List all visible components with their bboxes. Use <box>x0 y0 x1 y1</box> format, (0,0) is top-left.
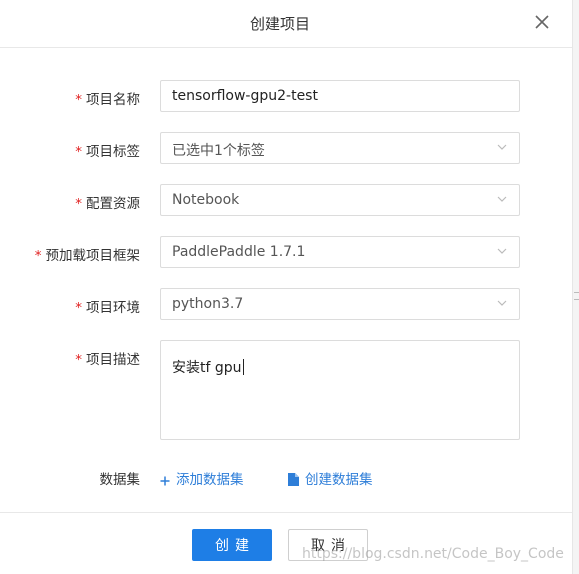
desc-label-text: 项目描述 <box>86 352 140 368</box>
project-tags-select[interactable]: 已选中1个标签 <box>160 132 520 164</box>
form-row-desc: * 项目描述 安装tf gpu <box>0 340 572 440</box>
required-mark: * <box>75 352 82 368</box>
env-label: * 项目环境 <box>75 296 140 316</box>
dialog-footer: 创建 取消 <box>0 512 572 574</box>
close-icon[interactable] <box>532 12 552 32</box>
resource-label: * 配置资源 <box>75 192 140 212</box>
form-row-resource: * 配置资源 Notebook <box>0 184 572 216</box>
create-dataset-label: 创建数据集 <box>305 472 373 488</box>
description-textarea[interactable]: 安装tf gpu <box>160 340 520 440</box>
form-row-dataset: 数据集 添加数据集 创建数据集 <box>0 460 572 492</box>
framework-label-text: 预加载项目框架 <box>45 248 141 264</box>
create-button[interactable]: 创建 <box>192 529 272 561</box>
add-dataset-link[interactable]: 添加数据集 <box>160 468 244 488</box>
environment-select[interactable]: python3.7 <box>160 288 520 320</box>
create-dataset-link[interactable]: 创建数据集 <box>288 468 373 488</box>
environment-value: python3.7 <box>172 296 244 312</box>
form-row-name: * 项目名称 tensorflow-gpu2-test <box>0 80 572 112</box>
required-mark: * <box>75 196 82 212</box>
dialog-header: 创建项目 <box>0 0 572 48</box>
dataset-label: 数据集 <box>99 472 141 488</box>
required-mark: * <box>75 144 82 160</box>
required-mark: * <box>75 92 82 108</box>
file-icon <box>288 473 299 486</box>
add-dataset-label: 添加数据集 <box>176 472 244 488</box>
tags-label: * 项目标签 <box>75 140 140 160</box>
resource-select[interactable]: Notebook <box>160 184 520 216</box>
framework-value: PaddlePaddle 1.7.1 <box>172 244 306 260</box>
form-row-tags: * 项目标签 已选中1个标签 <box>0 132 572 164</box>
name-label: * 项目名称 <box>75 88 140 108</box>
description-text: 安装tf gpu <box>172 360 242 376</box>
text-caret <box>242 359 244 375</box>
chevron-down-icon <box>497 248 507 254</box>
framework-select[interactable]: PaddlePaddle 1.7.1 <box>160 236 520 268</box>
plus-icon <box>160 476 170 486</box>
desc-label: * 项目描述 <box>75 348 140 368</box>
resource-label-text: 配置资源 <box>86 196 140 212</box>
chevron-down-icon <box>497 144 507 150</box>
background-glyph <box>574 292 579 300</box>
create-project-dialog: 创建项目 * 项目名称 tensorflow-gpu2-test * 项目标签 已选… <box>0 0 572 574</box>
description-value: 安装tf gpu <box>172 357 244 377</box>
framework-label: * 预加载项目框架 <box>35 244 140 264</box>
name-label-text: 项目名称 <box>86 92 140 108</box>
form-row-env: * 项目环境 python3.7 <box>0 288 572 320</box>
project-name-input[interactable]: tensorflow-gpu2-test <box>160 80 520 112</box>
background-page-edge <box>572 0 579 574</box>
form-row-framework: * 预加载项目框架 PaddlePaddle 1.7.1 <box>0 236 572 268</box>
required-mark: * <box>75 300 82 316</box>
project-name-value: tensorflow-gpu2-test <box>172 88 318 104</box>
tags-label-text: 项目标签 <box>86 144 140 160</box>
cancel-button[interactable]: 取消 <box>288 529 368 561</box>
chevron-down-icon <box>497 196 507 202</box>
resource-value: Notebook <box>172 192 240 208</box>
dialog-title: 创建项目 <box>249 15 310 33</box>
required-mark: * <box>34 248 42 264</box>
chevron-down-icon <box>497 300 507 306</box>
env-label-text: 项目环境 <box>86 300 140 316</box>
project-tags-value: 已选中1个标签 <box>172 143 265 159</box>
